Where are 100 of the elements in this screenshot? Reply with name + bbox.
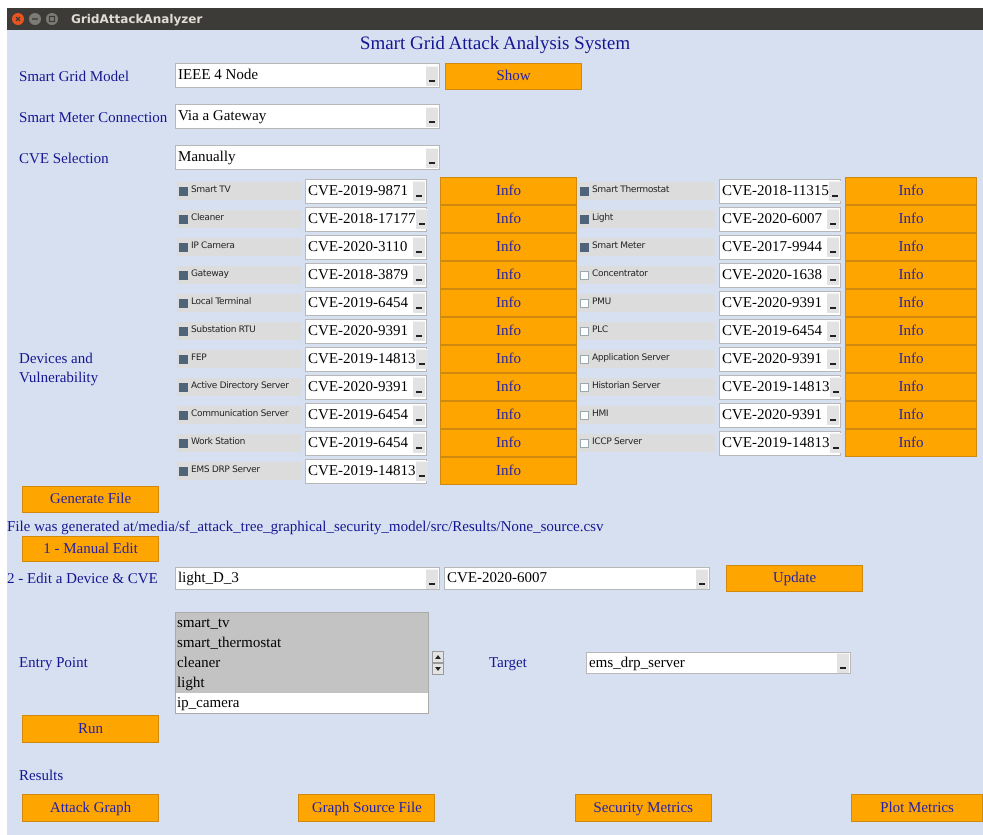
cve-dropdown[interactable]: CVE-2019-14813 bbox=[305, 346, 427, 372]
info-button[interactable]: Info bbox=[845, 429, 977, 457]
info-button[interactable]: Info bbox=[440, 373, 577, 401]
device-label: Concentrator bbox=[592, 268, 648, 282]
checkbox[interactable] bbox=[580, 410, 589, 420]
run-button[interactable]: Run bbox=[22, 715, 159, 743]
results-button[interactable]: Security Metrics bbox=[574, 794, 712, 822]
checkbox[interactable] bbox=[179, 410, 188, 420]
dropdown[interactable]: Via a Gateway bbox=[175, 104, 440, 129]
cve-dropdown[interactable]: CVE-2017-9944 bbox=[719, 234, 841, 260]
generate-file-button[interactable]: Generate File bbox=[22, 486, 159, 513]
checkbox[interactable] bbox=[580, 270, 589, 280]
cve-dropdown[interactable]: CVE-2020-9391 bbox=[719, 402, 841, 428]
cve-dropdown[interactable]: CVE-2020-9391 bbox=[305, 374, 427, 400]
results-button[interactable]: Graph Source File bbox=[298, 794, 436, 822]
update-button[interactable]: Update bbox=[726, 565, 863, 592]
device-label: Gateway bbox=[191, 268, 229, 282]
info-button[interactable]: Info bbox=[440, 345, 577, 373]
cve-dropdown[interactable]: CVE-2020-9391 bbox=[719, 346, 841, 372]
field-label: Results bbox=[19, 768, 64, 784]
cve-dropdown[interactable]: CVE-2019-14813 bbox=[719, 374, 841, 400]
checkbox[interactable] bbox=[580, 438, 589, 448]
checkbox[interactable] bbox=[179, 438, 188, 448]
checkbox[interactable] bbox=[179, 270, 188, 280]
device-label: Smart Thermostat bbox=[592, 184, 670, 198]
cve-dropdown[interactable]: CVE-2019-6454 bbox=[305, 290, 427, 316]
window-title: GridAttackAnalyzer bbox=[71, 11, 202, 28]
checkbox[interactable] bbox=[179, 382, 188, 392]
checkbox[interactable] bbox=[179, 326, 188, 336]
cve-dropdown[interactable]: CVE-2020-6007 bbox=[444, 567, 710, 590]
checkbox[interactable] bbox=[179, 466, 188, 476]
checkbox[interactable] bbox=[580, 186, 589, 196]
info-button[interactable]: Info bbox=[440, 289, 577, 317]
manual-edit-button[interactable]: 1 - Manual Edit bbox=[22, 536, 159, 562]
info-button[interactable]: Info bbox=[845, 317, 977, 345]
results-button[interactable]: Attack Graph bbox=[22, 794, 159, 822]
cve-dropdown[interactable]: CVE-2020-9391 bbox=[719, 290, 841, 316]
cve-dropdown[interactable]: CVE-2019-14813 bbox=[305, 458, 427, 484]
device-label: IP Camera bbox=[191, 240, 235, 254]
maximize-icon[interactable] bbox=[46, 13, 58, 25]
cve-dropdown[interactable]: CVE-2019-9871 bbox=[305, 178, 427, 204]
info-button[interactable]: Info bbox=[845, 233, 977, 261]
close-icon[interactable] bbox=[12, 13, 24, 25]
info-button[interactable]: Info bbox=[440, 233, 577, 261]
device-label: HMI bbox=[592, 408, 608, 422]
entry-point-list[interactable]: smart_tv smart_thermostat cleaner light ip_camera bbox=[175, 612, 429, 714]
info-button[interactable]: Info bbox=[845, 289, 977, 317]
field-label: Devices and Vulnerability bbox=[19, 350, 100, 388]
cve-dropdown[interactable]: CVE-2019-14813 bbox=[719, 430, 841, 456]
info-button[interactable]: Info bbox=[440, 205, 577, 233]
cve-dropdown[interactable]: CVE-2019-6454 bbox=[305, 430, 427, 456]
checkbox[interactable] bbox=[179, 298, 188, 308]
info-button[interactable]: Info bbox=[440, 177, 577, 205]
info-button[interactable]: Info bbox=[845, 177, 977, 205]
cve-dropdown[interactable]: CVE-2019-6454 bbox=[305, 402, 427, 428]
dropdown[interactable]: Manually bbox=[175, 145, 440, 170]
device-label: EMS DRP Server bbox=[191, 464, 260, 478]
cve-dropdown[interactable]: CVE-2020-3110 bbox=[305, 234, 427, 260]
checkbox[interactable] bbox=[580, 242, 589, 252]
info-button[interactable]: Info bbox=[845, 345, 977, 373]
results-button[interactable]: Plot Metrics bbox=[850, 794, 983, 822]
cve-dropdown[interactable]: CVE-2020-1638 bbox=[719, 262, 841, 288]
info-button[interactable]: Info bbox=[440, 429, 577, 457]
checkbox[interactable] bbox=[179, 242, 188, 252]
info-button[interactable]: Info bbox=[845, 205, 977, 233]
checkbox[interactable] bbox=[179, 186, 188, 196]
device-label: Historian Server bbox=[592, 380, 660, 394]
device-dropdown[interactable]: light_D_3 bbox=[175, 567, 440, 590]
list-item[interactable]: smart_tv bbox=[176, 613, 428, 633]
checkbox[interactable] bbox=[179, 214, 188, 224]
device-label: Communication Server bbox=[191, 408, 288, 422]
info-button[interactable]: Info bbox=[440, 261, 577, 289]
dropdown[interactable]: IEEE 4 Node bbox=[175, 63, 440, 88]
device-label: Smart TV bbox=[191, 184, 230, 198]
list-item[interactable]: cleaner bbox=[176, 653, 428, 673]
minimize-icon[interactable] bbox=[29, 13, 41, 25]
cve-dropdown[interactable]: CVE-2020-6007 bbox=[719, 206, 841, 232]
checkbox[interactable] bbox=[580, 326, 589, 336]
info-button[interactable]: Info bbox=[440, 317, 577, 345]
checkbox[interactable] bbox=[179, 354, 188, 364]
target-dropdown[interactable]: ems_drp_server bbox=[586, 652, 851, 674]
info-button[interactable]: Info bbox=[440, 457, 577, 485]
checkbox[interactable] bbox=[580, 214, 589, 224]
info-button[interactable]: Info bbox=[845, 401, 977, 429]
scrollbar-arrows-icon[interactable] bbox=[432, 651, 444, 675]
checkbox[interactable] bbox=[580, 298, 589, 308]
checkbox[interactable] bbox=[580, 354, 589, 364]
cve-dropdown[interactable]: CVE-2019-6454 bbox=[719, 318, 841, 344]
cve-dropdown[interactable]: CVE-2018-17177 bbox=[305, 206, 427, 232]
show-button[interactable]: Show bbox=[445, 63, 582, 90]
info-button[interactable]: Info bbox=[845, 261, 977, 289]
info-button[interactable]: Info bbox=[845, 373, 977, 401]
field-label: 2 - Edit a Device & CVE bbox=[7, 570, 158, 586]
list-item[interactable]: light bbox=[176, 673, 428, 693]
list-item[interactable]: smart_thermostat bbox=[176, 633, 428, 653]
info-button[interactable]: Info bbox=[440, 401, 577, 429]
cve-dropdown[interactable]: CVE-2020-9391 bbox=[305, 318, 427, 344]
cve-dropdown[interactable]: CVE-2018-11315 bbox=[719, 178, 841, 204]
cve-dropdown[interactable]: CVE-2018-3879 bbox=[305, 262, 427, 288]
checkbox[interactable] bbox=[580, 382, 589, 392]
